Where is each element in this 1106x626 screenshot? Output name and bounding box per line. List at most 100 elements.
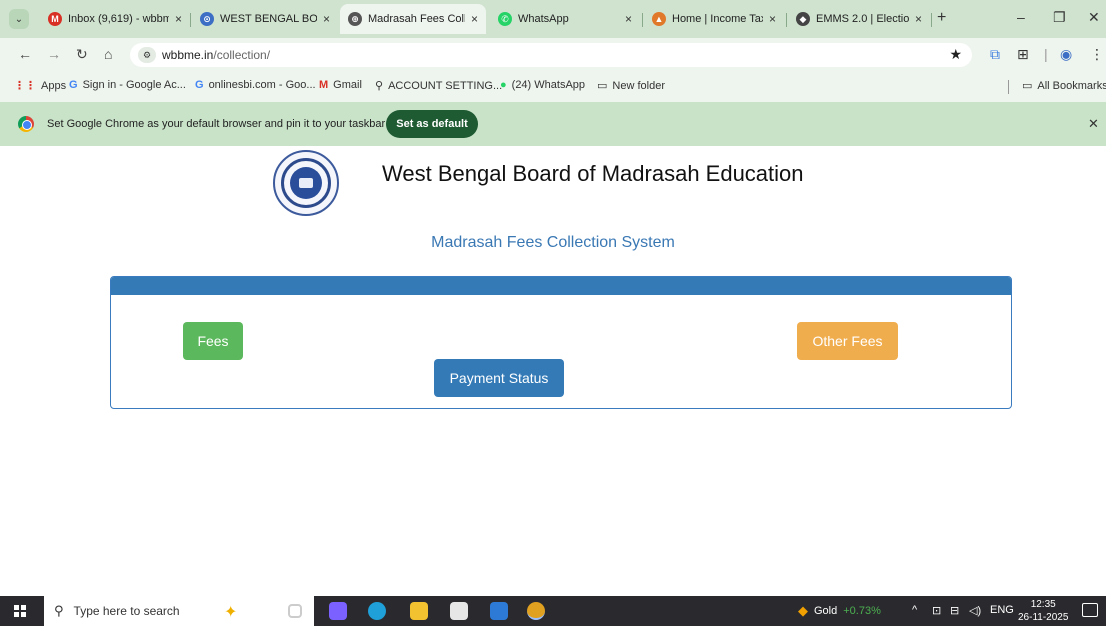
wbbme-logo (273, 150, 339, 216)
default-browser-infobar: Set Google Chrome as your default browse… (0, 102, 1106, 146)
gmail-icon: M (48, 12, 62, 26)
tab-income-tax[interactable]: ▲ Home | Income Tax D × (644, 4, 784, 34)
chrome-taskbar-icon[interactable] (527, 602, 545, 620)
panel-header (111, 277, 1011, 295)
google-icon: G (195, 79, 204, 91)
tab-title: Madrasah Fees Collec (368, 13, 465, 25)
toolbar-divider: | (1044, 46, 1048, 62)
meet-now-icon[interactable]: ⊡ (932, 604, 941, 617)
apps-grid-icon: ⋮⋮ (14, 80, 36, 92)
bookmark-onlinesbi[interactable]: G onlinesbi.com - Goo... (195, 79, 316, 91)
search-icon: ⚲ (54, 603, 64, 618)
close-tab-icon[interactable]: × (625, 12, 632, 26)
folder-icon: ▭ (1022, 80, 1033, 92)
windows-start-icon[interactable] (14, 605, 26, 617)
system-clock[interactable]: 12:35 26-11-2025 (1018, 598, 1068, 624)
volume-icon[interactable]: ◁) (969, 604, 981, 617)
bookmark-label: All Bookmarks (1037, 79, 1106, 92)
tab-madrasah-fees-active[interactable]: ⊕ Madrasah Fees Collec × (340, 4, 486, 34)
tab-wbbme-board[interactable]: ⊙ WEST BENGAL BOARD × (192, 4, 338, 34)
bookmark-label: Apps (41, 79, 67, 92)
gmail-icon: M (319, 79, 329, 91)
site-info-icon[interactable]: ⚙ (138, 47, 156, 63)
page-subtitle: Madrasah Fees Collection System (431, 234, 675, 251)
widgets-gold-ticker[interactable]: ◆ Gold +0.73% (798, 603, 881, 619)
close-tab-icon[interactable]: × (915, 12, 922, 26)
close-tab-icon[interactable]: × (769, 12, 776, 26)
page-title: West Bengal Board of Madrasah Education (382, 161, 804, 186)
home-icon[interactable]: ⌂ (104, 46, 112, 62)
tab-title: Home | Income Tax D (672, 13, 763, 25)
calculator-icon[interactable] (450, 602, 468, 620)
back-arrow-icon[interactable]: ← (18, 46, 32, 62)
bookmark-new-folder[interactable]: ▭ New folder (597, 79, 665, 93)
emms-icon: ◆ (796, 12, 810, 26)
google-icon: G (69, 79, 78, 91)
tab-emms-election[interactable]: ◆ EMMS 2.0 | Election × (788, 4, 930, 34)
url-host: wbbme.in (162, 48, 214, 62)
profile-avatar-icon[interactable]: ◉ (1060, 46, 1072, 63)
bookmark-label: ACCOUNT SETTING... (388, 79, 503, 92)
menu-kebab-icon[interactable]: ⋮ (1090, 46, 1104, 63)
edge-icon[interactable] (368, 602, 386, 620)
other-fees-button[interactable]: Other Fees (797, 322, 898, 360)
search-placeholder: Type here to search (73, 604, 180, 618)
globe-icon: ⊕ (348, 12, 362, 26)
extensions-icon[interactable]: ⊞ (1017, 46, 1029, 63)
bookmark-label: (24) WhatsApp (511, 79, 586, 91)
sparkle-icon: ✦ (224, 604, 238, 621)
whatsapp-icon: ✆ (498, 12, 512, 26)
set-as-default-button[interactable]: Set as default (386, 110, 478, 138)
tab-title: WhatsApp (518, 13, 569, 25)
translate-icon[interactable]: ⧉ (990, 46, 1000, 63)
address-bar[interactable]: ⚙ wbbme.in /collection/ ★ (130, 43, 972, 67)
new-tab-button[interactable]: + (937, 9, 946, 27)
tab-title: Inbox (9,619) - wbbm (68, 13, 169, 25)
infobar-close-icon[interactable]: ✕ (1088, 116, 1099, 132)
network-icon[interactable]: ⊟ (950, 604, 959, 617)
tab-divider (786, 13, 787, 27)
bookmark-whatsapp[interactable]: ● (24) WhatsApp (500, 79, 585, 91)
taskbar-search-box[interactable]: ⚲ Type here to search ✦ (44, 596, 314, 626)
tab-whatsapp[interactable]: ✆ WhatsApp × (490, 4, 640, 34)
folder-icon: ▭ (597, 80, 608, 92)
bookmark-account-setting[interactable]: ⚲ ACCOUNT SETTING... (375, 79, 503, 93)
task-view-icon[interactable] (288, 604, 302, 618)
bookmark-label: New folder (612, 79, 665, 92)
ticker-label: Gold (814, 605, 838, 617)
bookmark-star-icon[interactable]: ★ (949, 46, 962, 63)
payment-status-button[interactable]: Payment Status (434, 359, 564, 397)
whatsapp-icon: ● (500, 79, 507, 91)
restore-icon[interactable]: ❐ (1053, 9, 1066, 26)
bookmarks-divider (1008, 80, 1009, 94)
language-indicator[interactable]: ENG (990, 604, 1014, 616)
forward-arrow-icon[interactable]: → (47, 46, 61, 62)
bookmark-google-signin[interactable]: G Sign in - Google Ac... (69, 79, 186, 91)
close-tab-icon[interactable]: × (175, 12, 182, 26)
outlook-icon[interactable] (490, 602, 508, 620)
all-bookmarks-button[interactable]: ▭ All Bookmarks (1022, 79, 1106, 93)
url-path: /collection/ (213, 48, 271, 62)
notification-center-icon[interactable] (1082, 603, 1098, 617)
tab-title: WEST BENGAL BOARD (220, 13, 317, 25)
tab-search-dropdown-icon[interactable]: ⌄ (9, 9, 29, 29)
chevron-up-icon[interactable]: ^ (912, 604, 917, 616)
tab-divider (931, 13, 932, 27)
bookmark-gmail[interactable]: M Gmail (319, 79, 362, 91)
fees-button[interactable]: Fees (183, 322, 243, 360)
window-close-icon[interactable]: ✕ (1088, 9, 1100, 26)
gold-icon: ◆ (798, 603, 808, 618)
copilot-icon[interactable] (329, 602, 347, 620)
close-tab-icon[interactable]: × (471, 12, 478, 26)
bookmark-apps[interactable]: ⋮⋮ Apps (14, 79, 67, 93)
search-icon: ⚲ (375, 80, 384, 92)
clock-time: 12:35 (1030, 599, 1056, 610)
reload-icon[interactable]: ↻ (76, 46, 88, 63)
file-explorer-icon[interactable] (410, 602, 428, 620)
tab-divider (642, 13, 643, 27)
windows-taskbar: ⚲ Type here to search ✦ ◆ Gold +0.73% ^ … (0, 596, 1106, 626)
bookmark-label: onlinesbi.com - Goo... (208, 79, 316, 91)
close-tab-icon[interactable]: × (323, 12, 330, 26)
tab-gmail-inbox[interactable]: M Inbox (9,619) - wbbm × (40, 4, 190, 34)
minimize-icon[interactable]: – (1017, 9, 1025, 25)
